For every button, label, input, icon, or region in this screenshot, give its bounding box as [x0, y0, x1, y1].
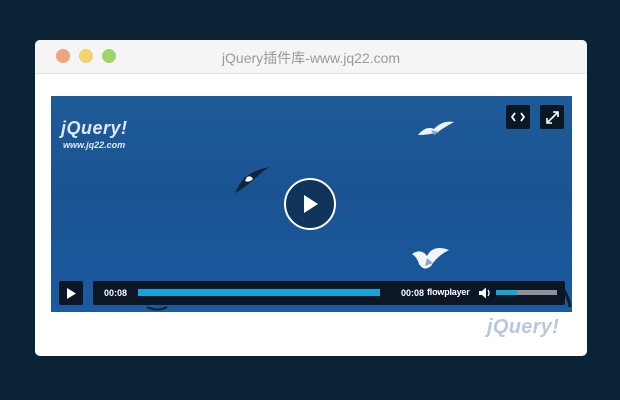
- control-bar: 00:08 00:08 flowplayer: [93, 281, 565, 305]
- video-logo: jQuery! www.jq22.com: [61, 118, 128, 150]
- big-play-button[interactable]: [284, 178, 336, 230]
- volume-fill: [496, 290, 517, 295]
- watermark-logo: jQuery!: [487, 316, 560, 338]
- title-bar: jQuery插件库-www.jq22.com: [35, 40, 587, 74]
- embed-button[interactable]: [506, 105, 530, 129]
- flowplayer-brand[interactable]: flowplayer: [427, 287, 470, 297]
- elapsed-time: 00:08: [104, 288, 128, 298]
- bird-3: [412, 248, 449, 269]
- play-icon: [67, 287, 76, 299]
- fullscreen-icon: [545, 110, 559, 124]
- play-icon: [304, 195, 318, 213]
- video-player[interactable]: jQuery! www.jq22.com 00:08 00:08 flowpla…: [51, 96, 572, 312]
- window-title: jQuery插件库-www.jq22.com: [221, 50, 401, 66]
- fullscreen-button[interactable]: [540, 105, 564, 129]
- bird-1: [418, 121, 454, 135]
- video-logo-main: jQuery!: [61, 118, 128, 138]
- volume-slider[interactable]: [496, 290, 557, 295]
- browser-window: jQuery插件库-www.jq22.com jQuery! www.jq22.…: [35, 40, 587, 356]
- progress-bar[interactable]: [138, 289, 380, 296]
- duration-time: 00:08: [401, 288, 425, 298]
- embed-code-icon: [511, 112, 525, 122]
- video-logo-url: www.jq22.com: [63, 140, 126, 150]
- volume-icon[interactable]: [478, 286, 492, 300]
- progress-fill: [138, 289, 380, 296]
- bird-4: [146, 306, 168, 311]
- play-button[interactable]: [59, 281, 83, 305]
- bird-2: [235, 167, 269, 193]
